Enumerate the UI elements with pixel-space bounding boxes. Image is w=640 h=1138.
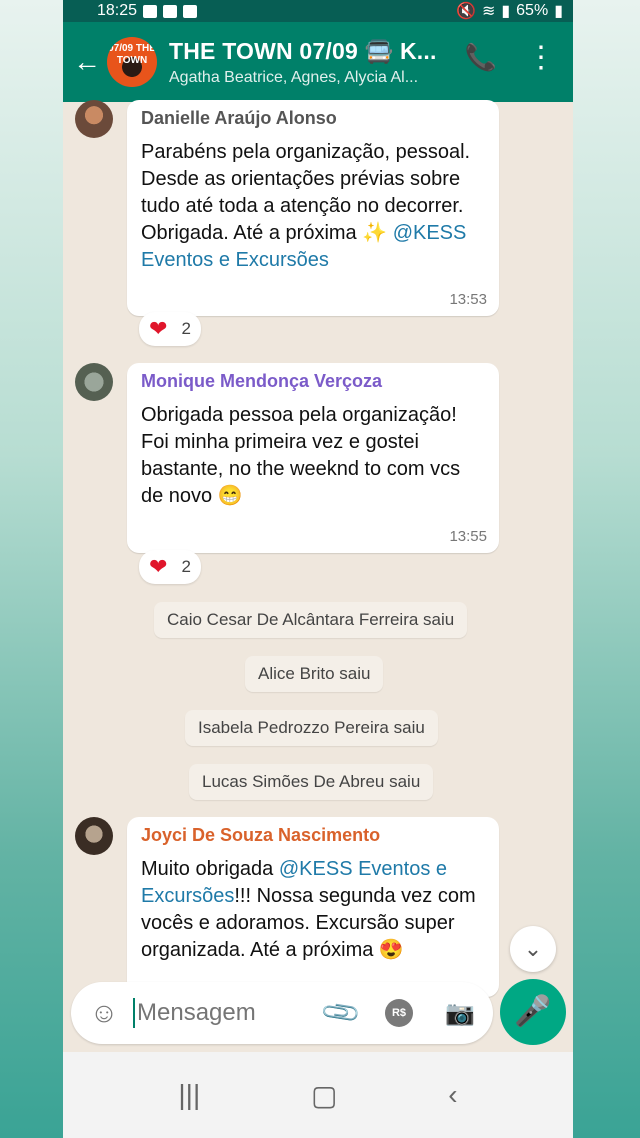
nav-back-icon[interactable]: ‹ (448, 1079, 457, 1111)
chat-header[interactable]: ← 07/09 THE TOWN THE TOWN 07/09 🚍 K... A… (63, 22, 573, 102)
wifi-icon: ≋ (481, 3, 496, 20)
mic-icon[interactable]: 🎤 (500, 979, 566, 1045)
message-composer[interactable]: ☺ 📎 R$ 📷 (71, 982, 493, 1044)
mute-icon: 🔇 (456, 3, 476, 20)
phone-screen: 18:25 🔇 ≋ ▮ 65% ▮ ← 07/09 THE TOWN THE T… (63, 0, 573, 1138)
heart-icon: ❤ (149, 316, 168, 341)
message-text: Parabéns pela organização, pessoal. Desd… (141, 141, 471, 271)
group-title: THE TOWN 07/09 🚍 K... (169, 37, 437, 64)
message-sender[interactable]: Monique Mendonça Verçoza (141, 371, 485, 392)
image-notification-icon (143, 4, 158, 18)
battery-icon: ▮ (554, 3, 563, 20)
system-nav-bar: ||| ▢ ‹ (63, 1052, 573, 1138)
system-message: Lucas Simões De Abreu saiu (189, 764, 434, 800)
check-notification-icon (163, 4, 178, 18)
message-bubble[interactable]: Danielle Araújo Alonso Parabéns pela org… (127, 100, 499, 316)
group-members: Agatha Beatrice, Agnes, Alycia Al... (169, 68, 419, 86)
message-bubble[interactable]: Monique Mendonça Verçoza Obrigada pessoa… (127, 363, 499, 553)
message-time: 13:53 (449, 291, 487, 308)
reaction-badge[interactable]: ❤ 2 (139, 312, 201, 346)
status-time: 18:25 (97, 2, 138, 19)
reaction-count: 2 (181, 319, 191, 338)
avatar[interactable] (75, 817, 113, 855)
arrow-left-icon[interactable]: ← (67, 46, 107, 78)
system-message: Caio Cesar De Alcântara Ferreira saiu (154, 602, 468, 638)
status-bar: 18:25 🔇 ≋ ▮ 65% ▮ (63, 0, 573, 22)
signal-icon: ▮ (501, 3, 511, 20)
avatar[interactable] (75, 100, 113, 138)
avatar[interactable] (75, 363, 113, 401)
message-sender[interactable]: Danielle Araújo Alonso (141, 108, 485, 129)
text-cursor (133, 998, 135, 1028)
camera-icon[interactable]: 📷 (445, 999, 475, 1028)
emoji-icon[interactable]: ☺ (87, 997, 121, 1029)
system-message: Isabela Pedrozzo Pereira saiu (185, 710, 438, 746)
home-icon[interactable]: ▢ (311, 1079, 337, 1112)
message-sender[interactable]: Joyci De Souza Nascimento (141, 825, 485, 846)
group-avatar[interactable]: 07/09 THE TOWN (107, 37, 157, 87)
add-call-icon[interactable]: 📞 (461, 42, 501, 73)
more-vert-icon[interactable]: ⋮ (521, 40, 561, 75)
message-time: 13:55 (449, 528, 487, 545)
scroll-down-button[interactable]: ⌄ (510, 926, 556, 972)
header-text[interactable]: THE TOWN 07/09 🚍 K... Agatha Beatrice, A… (169, 38, 449, 87)
battery-level: 65% (516, 2, 549, 19)
heart-icon: ❤ (149, 554, 168, 579)
recent-apps-icon[interactable]: ||| (178, 1079, 200, 1111)
message-input[interactable] (137, 999, 317, 1027)
message-text: Muito obrigada @KESS Eventos e Excursões… (141, 858, 476, 961)
payment-icon[interactable]: R$ (385, 999, 413, 1027)
app-notification-icon (183, 4, 198, 18)
message-bubble[interactable]: Joyci De Souza Nascimento Muito obrigada… (127, 817, 499, 997)
reaction-badge[interactable]: ❤ 2 (139, 550, 201, 584)
system-message: Alice Brito saiu (245, 656, 384, 692)
reaction-count: 2 (181, 557, 191, 576)
paperclip-icon[interactable]: 📎 (319, 990, 363, 1034)
chat-area[interactable]: Danielle Araújo Alonso Parabéns pela org… (63, 100, 573, 997)
message-text: Obrigada pessoa pela organização! Foi mi… (141, 404, 461, 507)
